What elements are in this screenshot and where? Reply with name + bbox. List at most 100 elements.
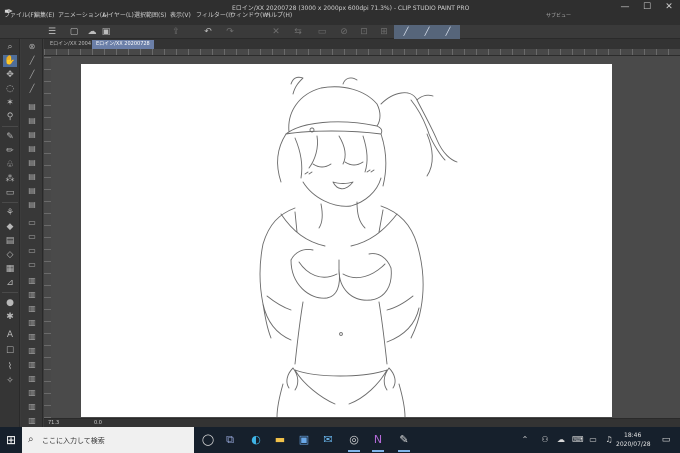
notification-icon[interactable]: ▭: [660, 434, 672, 446]
subtool-stack-icon[interactable]: ▥: [25, 373, 39, 384]
lasso-icon[interactable]: ◌: [3, 83, 17, 95]
subtool-close-icon[interactable]: ⊗: [25, 41, 39, 52]
subtool-pen-icon[interactable]: ╱: [25, 55, 39, 66]
close-button[interactable]: ✕: [658, 0, 680, 14]
rotation-angle[interactable]: 0.0: [94, 420, 102, 426]
subtool-layer-icon[interactable]: ▤: [25, 157, 39, 168]
subtool-stack-icon[interactable]: ▥: [25, 387, 39, 398]
snap-grid-icon[interactable]: ╱: [438, 26, 458, 38]
volume-icon[interactable]: ♫: [604, 435, 614, 445]
frame-icon[interactable]: ▦: [3, 263, 17, 275]
subtool-layer-icon[interactable]: ▤: [25, 185, 39, 196]
subtool-pen-icon[interactable]: ╱: [25, 83, 39, 94]
menu-item[interactable]: アニメーション(A): [58, 12, 109, 20]
save-icon[interactable]: ▣: [100, 26, 112, 38]
task-view-icon[interactable]: ◯: [200, 432, 216, 448]
menu-item[interactable]: レイヤー(L): [102, 12, 134, 20]
subtool-stack-icon[interactable]: ▥: [25, 317, 39, 328]
canvas-area[interactable]: [51, 56, 680, 418]
drawing-canvas[interactable]: [81, 64, 612, 417]
airbrush-icon[interactable]: ⁂: [3, 173, 17, 185]
operation-icon[interactable]: ✥: [3, 69, 17, 81]
mail-icon[interactable]: ✉: [320, 432, 336, 448]
subtool-layer-icon[interactable]: ▤: [25, 171, 39, 182]
tray-expand-icon[interactable]: ⌃: [520, 435, 530, 445]
clip-studio-icon[interactable]: ◎: [346, 432, 362, 452]
text-icon[interactable]: A: [3, 329, 17, 341]
pen-icon[interactable]: ✎: [3, 131, 17, 143]
subtool-folder-icon[interactable]: ▭: [25, 245, 39, 256]
circle-icon[interactable]: ●: [3, 297, 17, 309]
snap-special-icon[interactable]: ╱: [417, 26, 437, 38]
file-explorer-icon[interactable]: ▬: [272, 432, 288, 448]
snap-ruler-icon[interactable]: ╱: [396, 26, 416, 38]
document-tab-active[interactable]: Eロイン/XX 20200728: [92, 40, 154, 49]
subtool-layer-icon[interactable]: ▤: [25, 115, 39, 126]
subtool-folder-icon[interactable]: ▭: [25, 231, 39, 242]
new-document-icon[interactable]: ▢: [68, 26, 80, 38]
zoom-icon[interactable]: ⌕: [3, 41, 17, 53]
menu-item[interactable]: フィルター(I): [196, 12, 232, 20]
invert-selection-icon[interactable]: ⊡: [358, 26, 370, 38]
taskbar-search-box[interactable]: ⌕ ここに入力して検索: [22, 427, 194, 453]
move-hand-icon[interactable]: ✋: [3, 55, 17, 67]
deselect-icon[interactable]: ⊘: [338, 26, 350, 38]
network-icon[interactable]: ⌨: [572, 435, 584, 445]
eyedropper-icon[interactable]: ⚲: [3, 111, 17, 123]
task-view-icon[interactable]: ⧉: [222, 432, 238, 448]
brush-icon[interactable]: ♧: [3, 159, 17, 171]
subtool-folder-icon[interactable]: ▭: [25, 217, 39, 228]
snap-icon[interactable]: ⊞: [378, 26, 390, 38]
display-icon[interactable]: ▭: [588, 435, 598, 445]
subtool-stack-icon[interactable]: ▥: [25, 275, 39, 286]
balloon-icon[interactable]: ☐: [3, 345, 17, 357]
figure-icon[interactable]: ◇: [3, 249, 17, 261]
clock-date[interactable]: 2020/07/28: [616, 441, 651, 448]
selection-icon[interactable]: ▭: [316, 26, 328, 38]
subtool-layer-icon[interactable]: ▤: [25, 143, 39, 154]
menu-icon[interactable]: ☰: [46, 26, 58, 38]
people-icon[interactable]: ⚇: [540, 435, 550, 445]
export-icon[interactable]: ⇪: [170, 26, 182, 38]
subtool-pen-icon[interactable]: ╱: [25, 69, 39, 80]
pencil-icon[interactable]: ✏: [3, 145, 17, 157]
correction-icon[interactable]: ⌇: [3, 361, 17, 373]
ruler-icon[interactable]: ⊿: [3, 277, 17, 289]
subtool-stack-icon[interactable]: ▥: [25, 345, 39, 356]
gradient-icon[interactable]: ▤: [3, 235, 17, 247]
cloud-sync-icon[interactable]: ☁: [556, 435, 566, 445]
subtool-stack-icon[interactable]: ▥: [25, 415, 39, 426]
fill-icon[interactable]: ◆: [3, 221, 17, 233]
auto-select-icon[interactable]: ✶: [3, 97, 17, 109]
redo-icon[interactable]: ↷: [224, 26, 236, 38]
blend-icon[interactable]: ⚘: [3, 207, 17, 219]
document-tab[interactable]: Eロイン/XX 2004: [46, 40, 95, 49]
cloud-icon[interactable]: ☁: [86, 26, 98, 38]
subtool-folder-icon[interactable]: ▭: [25, 259, 39, 270]
onenote-icon[interactable]: N: [370, 432, 386, 452]
menu-item[interactable]: 選択範囲(S): [134, 12, 167, 20]
stamp-icon[interactable]: ✱: [3, 311, 17, 323]
clip-studio-paint-icon[interactable]: ✎: [396, 432, 412, 452]
subtool-stack-icon[interactable]: ▥: [25, 289, 39, 300]
maximize-button[interactable]: ☐: [636, 0, 658, 14]
undo-icon[interactable]: ↶: [202, 26, 214, 38]
menu-item[interactable]: 表示(V): [170, 12, 191, 20]
minimize-button[interactable]: —: [614, 0, 636, 14]
subtool-layer-icon[interactable]: ▤: [25, 129, 39, 140]
edge-icon[interactable]: ◐: [248, 432, 264, 448]
clear-icon[interactable]: ✕: [270, 26, 282, 38]
subtool-stack-icon[interactable]: ▥: [25, 359, 39, 370]
menu-item[interactable]: ヘルプ(H): [265, 12, 292, 20]
subtool-stack-icon[interactable]: ▥: [25, 303, 39, 314]
clock-time[interactable]: 18:46: [624, 432, 641, 439]
subtool-layer-icon[interactable]: ▤: [25, 199, 39, 210]
menu-item[interactable]: 編集(E): [34, 12, 54, 20]
store-icon[interactable]: ▣: [296, 432, 312, 448]
menu-item[interactable]: ファイル(F): [4, 12, 36, 20]
tool-extra-icon[interactable]: ✧: [3, 375, 17, 387]
transform-icon[interactable]: ⇆: [292, 26, 304, 38]
eraser-icon[interactable]: ▭: [3, 187, 17, 199]
windows-start-button[interactable]: ⊞: [0, 427, 22, 453]
subtool-layer-icon[interactable]: ▤: [25, 101, 39, 112]
